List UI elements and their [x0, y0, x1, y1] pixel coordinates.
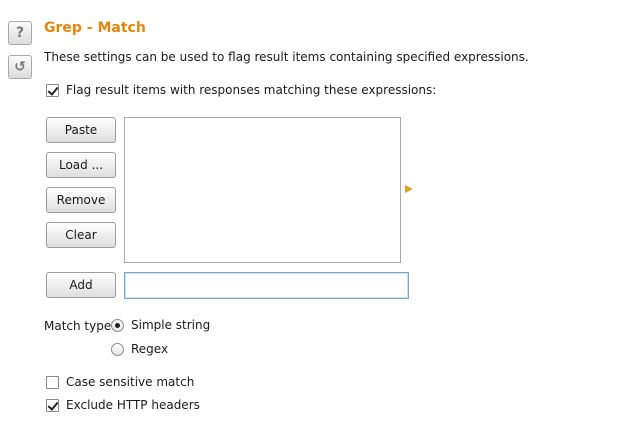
help-icon: ? [15, 25, 25, 41]
case-sensitive-checkbox[interactable] [46, 375, 59, 389]
paste-button[interactable]: Paste [46, 117, 116, 143]
case-sensitive-label: Case sensitive match [66, 375, 195, 389]
section-description: These settings can be used to flag resul… [44, 50, 529, 64]
flag-result-checkbox-row[interactable]: Flag result items with responses matchin… [46, 83, 436, 97]
exclude-headers-row[interactable]: Exclude HTTP headers [46, 398, 200, 412]
radio-regex-row[interactable]: Regex [111, 342, 168, 356]
radio-regex-label: Regex [131, 342, 169, 356]
flag-result-checkbox[interactable] [46, 83, 59, 97]
radio-simple-string-label: Simple string [131, 318, 211, 332]
reset-button[interactable]: ↺ [8, 55, 32, 79]
radio-simple-string-row[interactable]: Simple string [111, 318, 210, 332]
clear-button[interactable]: Clear [46, 222, 116, 248]
radio-simple-string[interactable] [111, 318, 124, 332]
exclude-headers-label: Exclude HTTP headers [66, 398, 200, 412]
match-type-label: Match type: [44, 319, 116, 333]
case-sensitive-row[interactable]: Case sensitive match [46, 375, 194, 389]
expand-arrow-icon[interactable] [405, 185, 413, 193]
help-button[interactable]: ? [8, 21, 32, 45]
section-title: Grep - Match [44, 20, 146, 36]
exclude-headers-checkbox[interactable] [46, 398, 59, 412]
load-button[interactable]: Load ... [46, 152, 116, 178]
reset-icon: ↺ [14, 59, 26, 75]
flag-result-label: Flag result items with responses matchin… [66, 83, 437, 97]
radio-regex[interactable] [111, 342, 124, 356]
expressions-list[interactable] [124, 117, 401, 263]
remove-button[interactable]: Remove [46, 187, 116, 213]
add-expression-input[interactable] [124, 272, 409, 299]
add-button[interactable]: Add [46, 272, 116, 298]
